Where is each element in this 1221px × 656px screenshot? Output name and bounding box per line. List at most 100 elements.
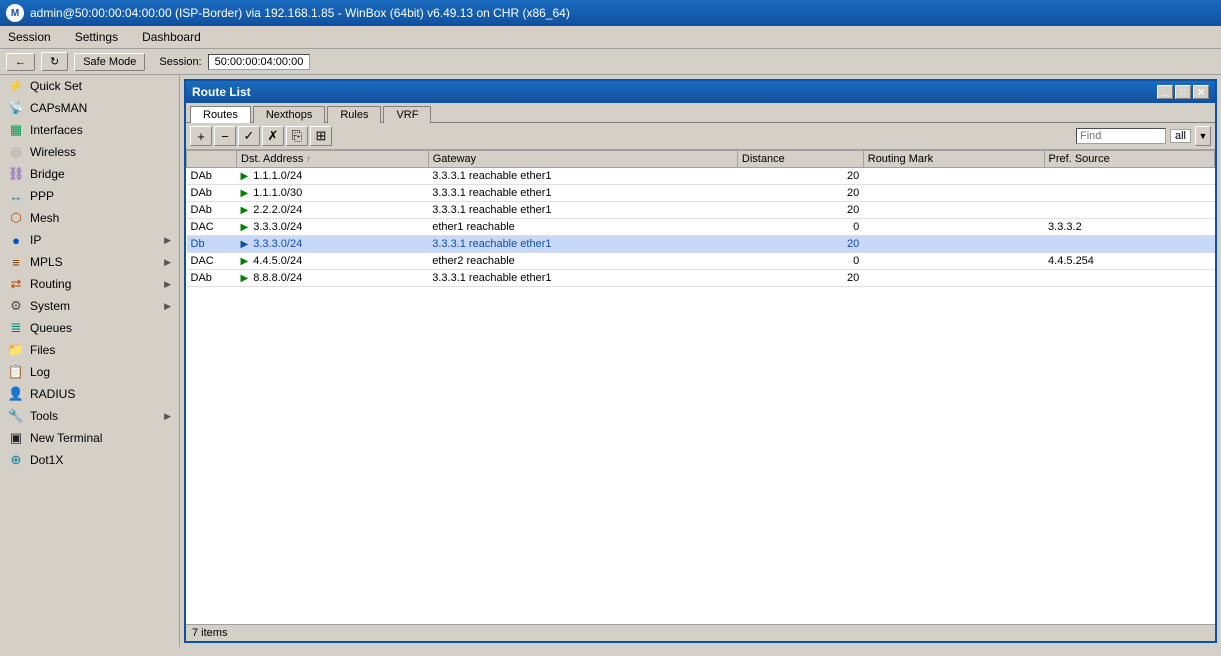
sidebar-item-routing[interactable]: ⇄ Routing ▶ [0, 273, 179, 295]
copy-button[interactable]: ⎘ [286, 126, 308, 146]
sidebar-item-files[interactable]: 📁 Files [0, 339, 179, 361]
col-header-distance[interactable]: Distance [737, 151, 863, 168]
route-active-icon: ▶ [241, 256, 249, 267]
col-header-dst[interactable]: Dst. Address ↑ [237, 151, 429, 168]
cell-dst: ▶ 1.1.1.0/30 [237, 185, 429, 202]
col-header-routing-mark[interactable]: Routing Mark [863, 151, 1044, 168]
cell-pref-source: 4.4.5.254 [1044, 253, 1214, 270]
back-button[interactable]: ← [6, 53, 35, 71]
sidebar-item-ppp[interactable]: ↔ PPP [0, 185, 179, 207]
cell-flags: DAb [187, 185, 237, 202]
table-row[interactable]: DAb▶ 1.1.1.0/303.3.3.1 reachable ether12… [187, 185, 1215, 202]
sidebar-label-wireless: Wireless [30, 145, 76, 159]
tabs-container: Routes Nexthops Rules VRF [186, 103, 1215, 123]
sidebar-item-wireless[interactable]: ◎ Wireless [0, 141, 179, 163]
log-icon: 📋 [8, 364, 24, 380]
table-row[interactable]: DAb▶ 1.1.1.0/243.3.3.1 reachable ether12… [187, 168, 1215, 185]
sidebar-item-tools[interactable]: 🔧 Tools ▶ [0, 405, 179, 427]
sidebar-label-quick-set: Quick Set [30, 79, 82, 93]
sidebar-item-bridge[interactable]: ⛓ Bridge [0, 163, 179, 185]
cell-pref-source [1044, 168, 1214, 185]
sidebar-item-mesh[interactable]: ⬡ Mesh [0, 207, 179, 229]
filter-button[interactable]: ⊞ [310, 126, 332, 146]
table-row[interactable]: DAC▶ 3.3.3.0/24ether1 reachable03.3.3.2 [187, 219, 1215, 236]
menu-settings[interactable]: Settings [71, 28, 122, 46]
table-row[interactable]: DAb▶ 2.2.2.0/243.3.3.1 reachable ether12… [187, 202, 1215, 219]
cell-pref-source: 3.3.3.2 [1044, 219, 1214, 236]
cell-pref-source [1044, 270, 1214, 287]
table-row[interactable]: Db▶ 3.3.3.0/243.3.3.1 reachable ether120 [187, 236, 1215, 253]
tab-routes[interactable]: Routes [190, 106, 251, 123]
interfaces-icon: ▦ [8, 122, 24, 138]
tab-vrf[interactable]: VRF [383, 106, 431, 123]
sidebar-label-routing: Routing [30, 277, 71, 291]
toolbar: ← ↻ Safe Mode Session: 50:00:00:04:00:00 [0, 49, 1221, 75]
sidebar-item-ip[interactable]: ● IP ▶ [0, 229, 179, 251]
tools-arrow: ▶ [164, 411, 171, 422]
window-controls: _ □ ✕ [1157, 85, 1209, 99]
sidebar-item-capsman[interactable]: 📡 CAPsMAN [0, 97, 179, 119]
cell-dst: ▶ 3.3.3.0/24 [237, 219, 429, 236]
cell-flags: DAC [187, 219, 237, 236]
table-row[interactable]: DAb▶ 8.8.8.0/243.3.3.1 reachable ether12… [187, 270, 1215, 287]
maximize-button[interactable]: □ [1175, 85, 1191, 99]
col-header-pref-source[interactable]: Pref. Source [1044, 151, 1214, 168]
sidebar-item-system[interactable]: ⚙ System ▶ [0, 295, 179, 317]
cell-routing-mark [863, 168, 1044, 185]
sidebar-label-dot1x: Dot1X [30, 453, 63, 467]
remove-button[interactable]: − [214, 126, 236, 146]
mpls-icon: ≡ [8, 254, 24, 270]
col-header-gateway[interactable]: Gateway [428, 151, 737, 168]
menu-dashboard[interactable]: Dashboard [138, 28, 205, 46]
app-logo: M [6, 4, 24, 22]
minimize-button[interactable]: _ [1157, 85, 1173, 99]
route-list-title: Route List [192, 85, 251, 99]
cell-distance: 20 [737, 270, 863, 287]
cell-gateway: 3.3.3.1 reachable ether1 [428, 270, 737, 287]
sidebar-item-queues[interactable]: ≣ Queues [0, 317, 179, 339]
sidebar-item-new-terminal[interactable]: ▣ New Terminal [0, 427, 179, 449]
route-table: Dst. Address ↑ Gateway Distance Routing … [186, 150, 1215, 624]
cell-pref-source [1044, 202, 1214, 219]
cell-distance: 20 [737, 185, 863, 202]
check-button[interactable]: ✓ [238, 126, 260, 146]
add-button[interactable]: + [190, 126, 212, 146]
route-active-icon: ▶ [241, 222, 249, 233]
menu-session[interactable]: Session [4, 28, 55, 46]
sidebar-label-ppp: PPP [30, 189, 54, 203]
cross-button[interactable]: ✗ [262, 126, 284, 146]
tools-icon: 🔧 [8, 408, 24, 424]
sidebar-label-capsman: CAPsMAN [30, 101, 87, 115]
find-filter-value: all [1170, 129, 1191, 143]
sidebar-item-mpls[interactable]: ≡ MPLS ▶ [0, 251, 179, 273]
find-box: all ▼ [1076, 126, 1211, 146]
sidebar-item-radius[interactable]: 👤 RADIUS [0, 383, 179, 405]
sidebar-item-log[interactable]: 📋 Log [0, 361, 179, 383]
cell-gateway: 3.3.3.1 reachable ether1 [428, 202, 737, 219]
cell-routing-mark [863, 270, 1044, 287]
sidebar-label-log: Log [30, 365, 50, 379]
find-dropdown-button[interactable]: ▼ [1195, 126, 1211, 146]
table-row[interactable]: DAC▶ 4.4.5.0/24ether2 reachable04.4.5.25… [187, 253, 1215, 270]
tab-nexthops[interactable]: Nexthops [253, 106, 325, 123]
find-input[interactable] [1076, 128, 1166, 144]
refresh-button[interactable]: ↻ [41, 52, 68, 71]
sidebar-label-files: Files [30, 343, 55, 357]
close-button[interactable]: ✕ [1193, 85, 1209, 99]
status-bar: 7 items [186, 624, 1215, 641]
dot1x-icon: ⊕ [8, 452, 24, 468]
cell-flags: Db [187, 236, 237, 253]
cell-dst: ▶ 3.3.3.0/24 [237, 236, 429, 253]
safe-mode-button[interactable]: Safe Mode [74, 53, 145, 71]
sidebar-item-quick-set[interactable]: ⚡ Quick Set [0, 75, 179, 97]
radius-icon: 👤 [8, 386, 24, 402]
terminal-icon: ▣ [8, 430, 24, 446]
sidebar-item-interfaces[interactable]: ▦ Interfaces [0, 119, 179, 141]
cell-dst: ▶ 4.4.5.0/24 [237, 253, 429, 270]
tab-rules[interactable]: Rules [327, 106, 381, 123]
cell-flags: DAb [187, 168, 237, 185]
route-active-icon: ▶ [241, 171, 249, 182]
cell-dst: ▶ 1.1.1.0/24 [237, 168, 429, 185]
cell-distance: 20 [737, 168, 863, 185]
sidebar-item-dot1x[interactable]: ⊕ Dot1X [0, 449, 179, 471]
